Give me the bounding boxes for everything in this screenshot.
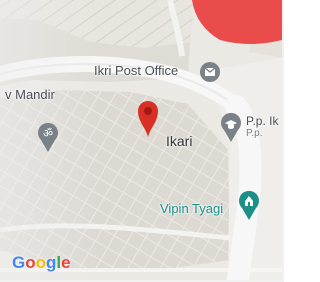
pp-sub-label: P.p.: [246, 128, 263, 139]
ikari-label: Ikari: [166, 133, 193, 149]
google-logo-letter: o: [25, 253, 36, 272]
place-of-worship-icon[interactable]: [238, 190, 260, 220]
google-logo-letter: G: [12, 253, 26, 272]
mail-icon[interactable]: [200, 62, 220, 82]
pp-label: P.p. Ik: [246, 114, 279, 128]
post-office-label: Ikri Post Office: [94, 63, 179, 78]
google-logo-letter: e: [61, 253, 71, 272]
google-logo-letter: g: [46, 253, 57, 272]
location-pin-icon[interactable]: [136, 98, 160, 138]
google-logo-letter: o: [35, 253, 47, 272]
google-logo: Google: [12, 254, 71, 272]
svg-text:ॐ: ॐ: [43, 127, 53, 140]
school-icon[interactable]: [220, 112, 242, 142]
mandir-label: v Mandir: [5, 87, 55, 102]
vipin-label: Vipin Tyagi: [160, 201, 224, 216]
temple-om-icon[interactable]: ॐ: [37, 122, 59, 152]
map-view[interactable]: ॐ Ikri Post Office v Mandir Ikari P.p. I…: [0, 0, 284, 282]
